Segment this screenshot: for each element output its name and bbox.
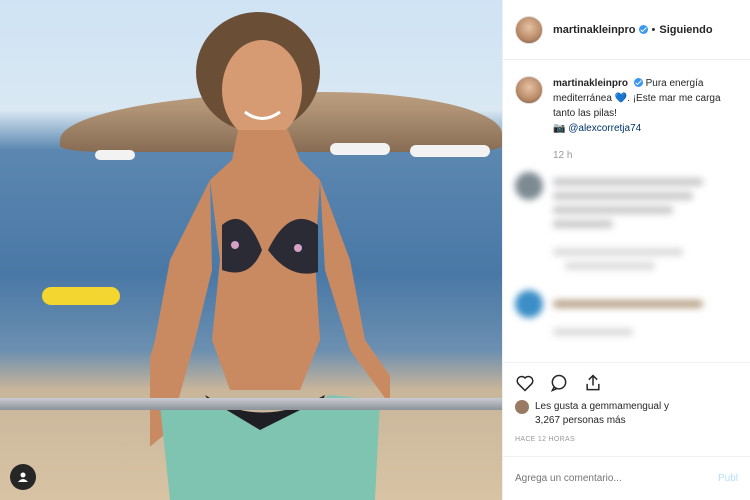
author-avatar[interactable] [515, 15, 543, 44]
blurred-comment [515, 290, 750, 342]
verified-badge-icon [633, 78, 643, 87]
photo-boat [95, 150, 135, 160]
caption-mention-link[interactable]: @alexcorretja74 [568, 123, 641, 134]
share-icon[interactable] [583, 373, 603, 393]
likes-line-1: Les gusta a gemmamengual y [535, 401, 669, 412]
heart-icon[interactable] [515, 373, 535, 393]
photo-boat [410, 145, 490, 157]
following-button[interactable]: Siguiendo [659, 24, 712, 36]
author-username[interactable]: martinakleinpro [553, 24, 636, 36]
post-header: martinakleinpro • Siguiendo [503, 0, 750, 60]
caption-time: 12 h [553, 150, 573, 161]
post-timestamp: HACE 12 HORAS [515, 436, 575, 443]
post-sidebar: martinakleinpro • Siguiendo martinaklein… [502, 0, 750, 500]
comment-input[interactable] [515, 473, 695, 484]
caption-author-avatar[interactable] [515, 76, 543, 104]
comment-box: Publ [503, 456, 750, 500]
photo-woman [150, 12, 390, 500]
photo-railing [0, 398, 502, 410]
commenter-avatar [515, 172, 543, 200]
header-separator: • [651, 23, 656, 36]
post-caption: martinakleinpro Pura energía mediterráne… [503, 60, 750, 136]
post-photo[interactable] [0, 0, 502, 500]
commenter-avatar [515, 290, 543, 318]
caption-text: martinakleinpro Pura energía mediterráne… [553, 76, 738, 136]
tagged-user-icon[interactable] [10, 464, 36, 490]
liker-avatar [515, 400, 529, 414]
publish-button[interactable]: Publ [718, 473, 738, 484]
photo-yellow-float [42, 287, 120, 305]
comment-icon[interactable] [549, 373, 569, 393]
instagram-post-modal: martinakleinpro • Siguiendo martinaklein… [0, 0, 750, 500]
camera-icon: 📷 [553, 123, 566, 134]
caption-username[interactable]: martinakleinpro [553, 78, 628, 89]
likes-line-2: 3,267 personas más [535, 415, 626, 426]
post-actions [503, 362, 750, 392]
likes-summary[interactable]: Les gusta a gemmamengual y 3,267 persona… [515, 400, 669, 428]
blue-heart-icon: 💙 [614, 93, 628, 104]
blurred-comment [515, 172, 750, 276]
verified-badge-icon [638, 25, 648, 34]
